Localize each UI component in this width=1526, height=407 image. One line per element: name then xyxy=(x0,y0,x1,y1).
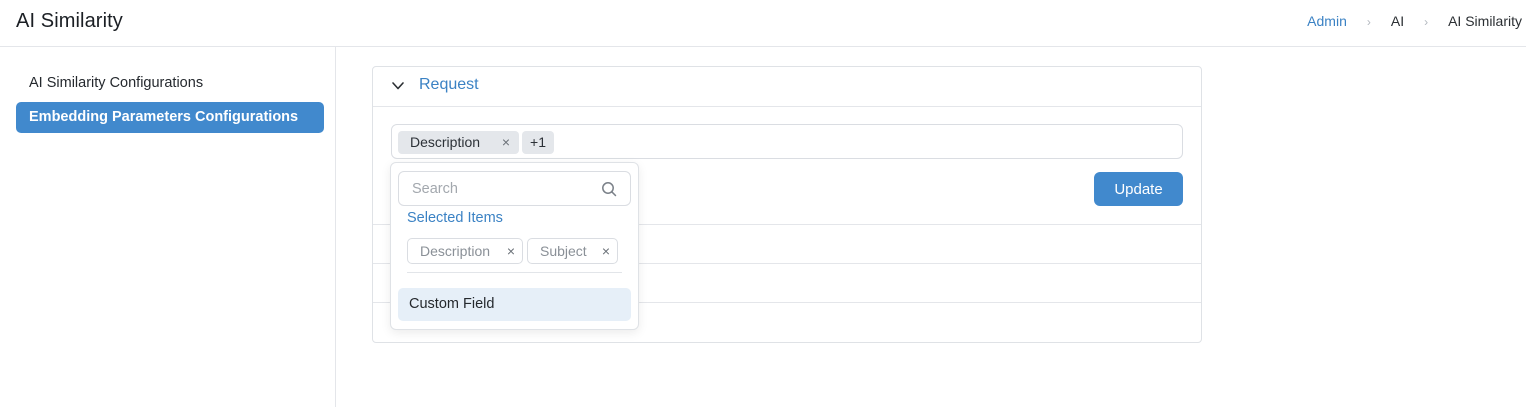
tag-label: Description xyxy=(420,243,491,259)
field-multiselect[interactable]: Description × +1 xyxy=(391,124,1183,159)
breadcrumb-ai: AI xyxy=(1390,13,1405,29)
divider xyxy=(407,272,622,273)
close-icon[interactable]: × xyxy=(602,239,610,263)
sidebar: AI Similarity Configurations Embedding P… xyxy=(0,47,336,407)
chevron-right-icon: › xyxy=(1366,15,1371,29)
tag-label: Subject xyxy=(540,243,587,259)
close-icon[interactable]: × xyxy=(507,239,515,263)
selected-items-label: Selected Items xyxy=(407,210,503,226)
chevron-right-icon: › xyxy=(1424,15,1429,29)
breadcrumb-admin[interactable]: Admin xyxy=(1307,13,1347,29)
panel-title: Request xyxy=(419,76,479,93)
search-input[interactable] xyxy=(399,172,599,205)
sidebar-item-ai-similarity-configurations[interactable]: AI Similarity Configurations xyxy=(16,68,324,99)
chevron-down-icon[interactable] xyxy=(391,81,405,91)
breadcrumb-current: AI Similarity xyxy=(1448,13,1522,29)
top-bar: AI Similarity Admin › AI › AI Similarity xyxy=(0,0,1526,47)
more-chips-badge[interactable]: +1 xyxy=(522,131,554,154)
close-icon[interactable]: × xyxy=(502,131,510,154)
selected-item-tag: Subject × xyxy=(527,238,618,264)
page-title: AI Similarity xyxy=(16,10,123,32)
sidebar-item-embedding-parameters-configurations[interactable]: Embedding Parameters Configurations xyxy=(16,102,324,133)
request-accordion-header[interactable]: Request xyxy=(373,67,1201,107)
search-icon xyxy=(602,182,617,197)
option-custom-field[interactable]: Custom Field xyxy=(398,288,631,321)
field-dropdown: Selected Items Description × Subject × C… xyxy=(390,162,639,330)
dropdown-search xyxy=(398,171,631,206)
breadcrumb: Admin › AI › AI Similarity xyxy=(1307,13,1522,29)
selected-item-tag: Description × xyxy=(407,238,523,264)
chip-label: Description xyxy=(410,134,481,150)
selected-chip: Description × xyxy=(398,131,519,154)
update-button[interactable]: Update xyxy=(1094,172,1183,206)
